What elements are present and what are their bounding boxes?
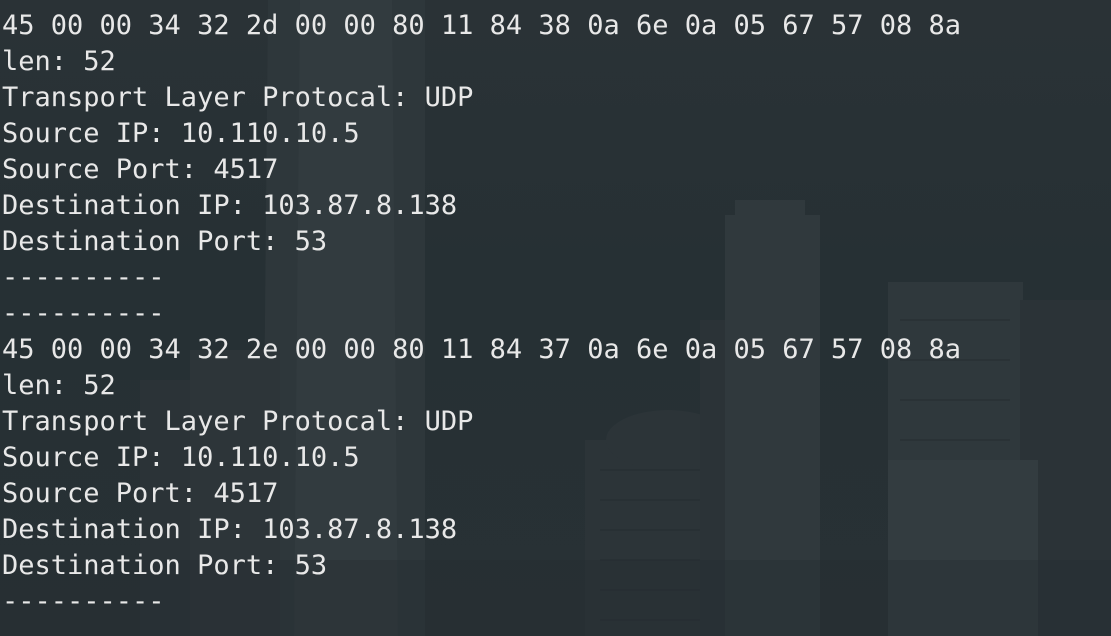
- source-ip-line: Source IP: 10.110.10.5: [2, 442, 360, 473]
- terminal-window[interactable]: ---------- 45 00 00 34 32 2d 00 00 80 11 …: [0, 0, 1111, 636]
- source-port-line: Source Port: 4517: [2, 478, 279, 509]
- packet-hex-line: 45 00 00 34 32 2d 00 00 80 11 84 38 0a 6…: [2, 10, 962, 41]
- terminal-output: ---------- 45 00 00 34 32 2d 00 00 80 11 …: [2, 0, 961, 620]
- transport-protocol-line: Transport Layer Protocal: UDP: [2, 406, 474, 437]
- packet-length-line: len: 52: [2, 46, 116, 77]
- separator-line: ----------: [2, 586, 165, 617]
- destination-port-line: Destination Port: 53: [2, 550, 328, 581]
- packet-length-line: len: 52: [2, 370, 116, 401]
- source-ip-line: Source IP: 10.110.10.5: [2, 118, 360, 149]
- destination-ip-line: Destination IP: 103.87.8.138: [2, 190, 458, 221]
- source-port-line: Source Port: 4517: [2, 154, 279, 185]
- separator-line: ----------: [2, 298, 165, 329]
- packet-hex-line: 45 00 00 34 32 2e 00 00 80 11 84 37 0a 6…: [2, 334, 962, 365]
- separator-line: ----------: [2, 262, 165, 293]
- destination-port-line: Destination Port: 53: [2, 226, 328, 257]
- destination-ip-line: Destination IP: 103.87.8.138: [2, 514, 458, 545]
- transport-protocol-line: Transport Layer Protocal: UDP: [2, 82, 474, 113]
- separator-line: ----------: [2, 0, 961, 8]
